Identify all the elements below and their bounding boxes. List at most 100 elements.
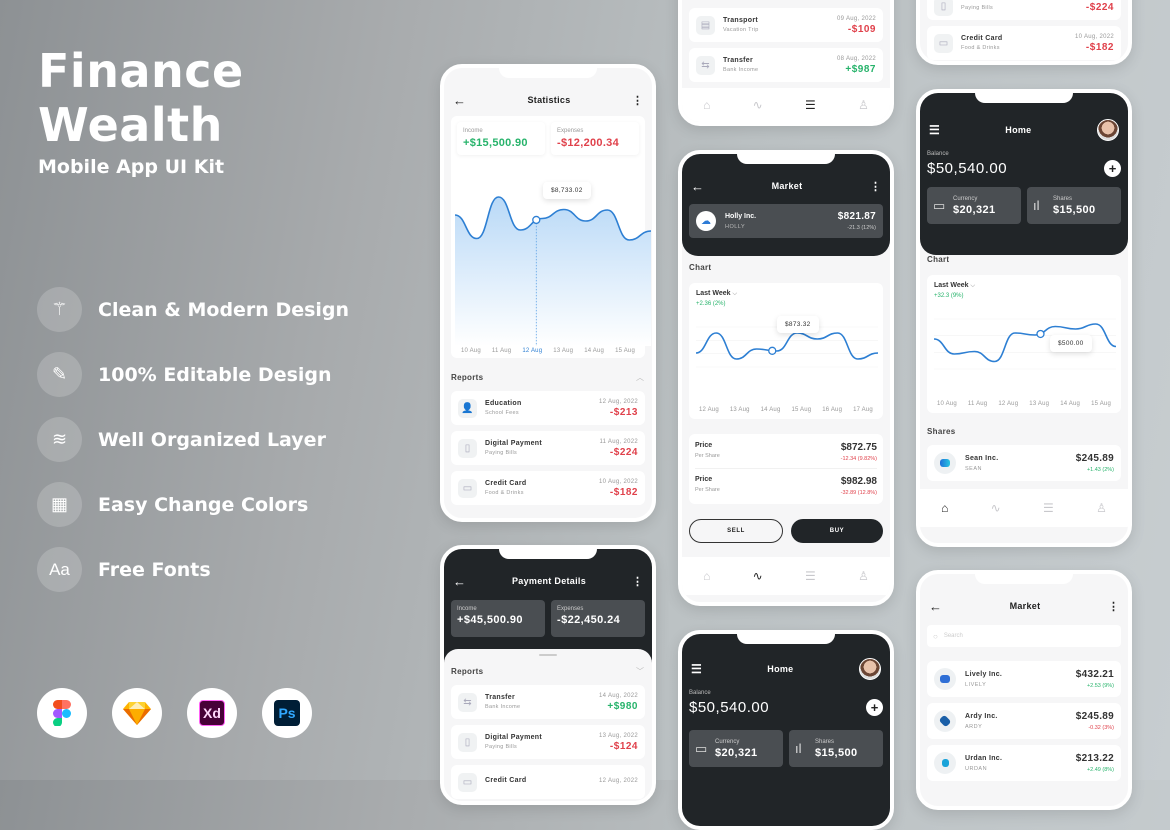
avatar[interactable] (858, 658, 881, 680)
statistics-chart (454, 196, 652, 346)
x-tick-label: 12 Aug (998, 401, 1019, 407)
period-dropdown[interactable]: Last Week ⌵ (934, 282, 1114, 290)
x-axis-labels: 10 Aug 11 Aug 12 Aug 13 Aug 14 Aug 15 Aug (931, 401, 1117, 407)
hero-subtitle: Mobile App UI Kit (38, 156, 225, 178)
page-title: Payment Details (511, 576, 587, 586)
shares-box[interactable]: ıl Shares $15,500 (789, 730, 883, 767)
report-row[interactable]: ⇆ Transfer Bank Income 14 Aug, 2022 +$980 (451, 685, 645, 719)
expenses-box: Expenses -$12,200.34 (551, 122, 639, 155)
stock-row[interactable]: Urdan Inc. URDAN $213.22 +2.49 (8%) (927, 745, 1121, 781)
add-icon[interactable]: + (1104, 160, 1121, 177)
period-dropdown[interactable]: Last Week ⌵ (696, 290, 876, 298)
back-arrow-icon[interactable]: ← (691, 179, 704, 194)
education-icon: 👤 (458, 398, 477, 418)
ardy-logo-icon (934, 710, 956, 732)
feature-label: Free Fonts (98, 558, 211, 581)
color-swatch-icon: ▦ (37, 482, 82, 527)
x-tick-label: 14 Aug (584, 348, 605, 354)
phone-payment-details: ← Payment Details ⋮ Income +$45,500.90 Ex… (440, 545, 656, 805)
home-icon[interactable]: ⌂ (703, 569, 710, 583)
shares-box[interactable]: ıl Shares $15,500 (1027, 187, 1121, 224)
report-row[interactable]: ▯ Paying Bills -$224 (927, 0, 1121, 20)
highlight-point[interactable] (768, 346, 777, 355)
market-chart-card: Last Week ⌵ +2.36 (2%) $873.32 12 Aug 13 … (689, 283, 883, 419)
chevron-up-icon[interactable]: ︿ (636, 372, 644, 383)
list-icon[interactable]: ☰ (805, 569, 816, 583)
chart-area (455, 197, 651, 346)
highlight-point[interactable] (1036, 329, 1045, 339)
credit-card-icon: ▭ (458, 772, 477, 792)
currency-box[interactable]: ▭ Currency $20,321 (689, 730, 783, 767)
chevron-down-icon[interactable]: ﹀ (636, 666, 644, 677)
x-tick-label: 17 Aug (853, 407, 873, 413)
feature-label: Well Organized Layer (98, 428, 326, 451)
list-icon[interactable]: ☰ (1043, 501, 1054, 515)
list-icon[interactable]: ☰ (805, 98, 816, 112)
report-row[interactable]: 👤 Education School Fees 12 Aug, 2022 -$213 (451, 391, 645, 425)
drag-handle[interactable] (539, 654, 557, 656)
report-row[interactable]: ▭ Credit Card 12 Aug, 2022 (451, 765, 645, 799)
menu-icon[interactable]: ☰ (691, 662, 702, 676)
profile-icon[interactable]: ♙ (1096, 501, 1107, 515)
bar-chart-icon: ıl (795, 741, 802, 756)
price-row: Price Per Share $872.75 -12.34 (9.82%) (695, 440, 877, 469)
buy-button[interactable]: BUY (791, 519, 883, 543)
report-row[interactable]: ▭ Credit Card Food & Drinks 10 Aug, 2022 -$1… (451, 471, 645, 505)
lively-logo-icon (934, 668, 956, 690)
avatar[interactable] (1096, 119, 1119, 141)
profile-icon[interactable]: ♙ (858, 98, 869, 112)
menu-icon[interactable]: ☰ (929, 123, 940, 137)
more-options-icon[interactable]: ⋮ (1108, 600, 1119, 613)
statistics-header: ← Statistics ⋮ (444, 90, 652, 110)
home-icon[interactable]: ⌂ (941, 501, 948, 515)
report-row[interactable]: ▭ Credit Card Food & Drinks 10 Aug, 2022 -$1… (927, 26, 1121, 60)
x-tick-label: 15 Aug (791, 407, 812, 413)
more-options-icon[interactable]: ⋮ (870, 180, 881, 193)
x-tick-label: 14 Aug (1060, 401, 1081, 407)
add-icon[interactable]: + (866, 699, 883, 716)
reports-heading: Reports (451, 373, 484, 382)
report-row[interactable]: ▯ Digital Payment Paying Bills 13 Aug, 2022… (451, 725, 645, 759)
stock-row[interactable]: Ardy Inc. ARDY $245.89 -0.32 (3%) (927, 703, 1121, 739)
hero-title-line2: Wealth (38, 98, 223, 152)
statistics-card: Income +$15,500.90 Expenses -$12,200.34 … (451, 116, 652, 358)
income-box: Income +$15,500.90 (457, 122, 545, 155)
profile-icon[interactable]: ♙ (858, 569, 869, 583)
back-arrow-icon[interactable]: ← (929, 599, 942, 614)
x-tick-label: 12 Aug (699, 407, 719, 413)
back-arrow-icon[interactable]: ← (453, 574, 466, 589)
activity-icon[interactable]: ∿ (753, 98, 763, 112)
page-title: Statistics (527, 95, 571, 105)
currency-box[interactable]: ▭ Currency $20,321 (927, 187, 1021, 224)
hero: Finance Wealth Mobile App UI Kit (38, 44, 244, 178)
x-tick-label: 13 Aug (1029, 401, 1050, 407)
sell-button[interactable]: SELL (689, 519, 783, 543)
highlight-point[interactable] (532, 215, 541, 225)
activity-icon[interactable]: ∿ (753, 569, 763, 583)
digital-payment-icon: ▯ (934, 0, 953, 16)
magic-wand-icon: ⚚ (37, 287, 82, 332)
report-row[interactable]: ▤ Transport Vacation Trip 09 Aug, 2022 -$109 (689, 8, 883, 42)
more-options-icon[interactable]: ⋮ (632, 94, 643, 107)
x-tick-label: 13 Aug (553, 348, 574, 354)
transfer-icon: ⇆ (696, 55, 715, 75)
sketch-icon (112, 688, 162, 738)
x-tick-label: 15 Aug (615, 348, 635, 354)
report-row[interactable]: ⇆ Transfer Bank Income 08 Aug, 2022 +$987 (689, 48, 883, 82)
more-options-icon[interactable]: ⋮ (632, 575, 643, 588)
phone-market-detail: ← Market ⋮ ☁ Holly Inc. HOLLY $821.87 -2… (678, 150, 894, 606)
home-icon[interactable]: ⌂ (703, 98, 710, 112)
activity-icon[interactable]: ∿ (991, 501, 1001, 515)
holly-stock-card[interactable]: ☁ Holly Inc. HOLLY $821.87 -21.3 (12%) (689, 204, 883, 238)
stock-row[interactable]: Sean Inc. SEAN $245.89 +1.43 (2%) (927, 445, 1121, 481)
chart-heading: Chart (689, 263, 712, 272)
phone-home-dark: ☰ Home Balance $50,540.00 + ▭ Currency $20… (678, 630, 894, 830)
search-input[interactable]: ○ Search (927, 625, 1121, 647)
back-arrow-icon[interactable]: ← (453, 93, 466, 108)
stock-row[interactable]: Lively Inc. LIVELY $432.21 +2.53 (9%) (927, 661, 1121, 697)
feature-item: ≋ Well Organized Layer (37, 407, 349, 472)
report-row[interactable]: ▯ Digital Payment Paying Bills 11 Aug, 2022… (451, 431, 645, 465)
reports-heading: Reports (451, 667, 484, 676)
x-axis-labels: 10 Aug 11 Aug 12 Aug 13 Aug 14 Aug 15 Aug (455, 348, 641, 354)
feature-item: ✎ 100% Editable Design (37, 342, 349, 407)
